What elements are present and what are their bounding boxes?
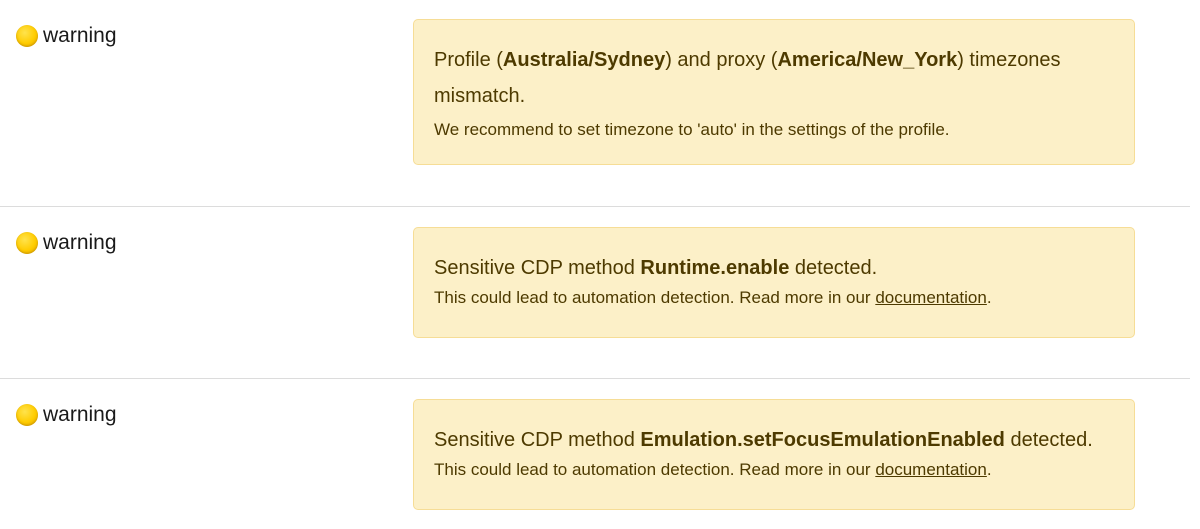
cdp-runtime-enable-alert: Sensitive CDP method Runtime.enable dete… — [413, 227, 1135, 338]
hint-text: This could lead to automation detection.… — [434, 460, 876, 479]
timezone-mismatch-alert: Profile (Australia/Sydney) and proxy (Am… — [413, 19, 1135, 165]
alert-title: Sensitive CDP method Emulation.setFocusE… — [434, 422, 1114, 458]
documentation-link[interactable]: documentation — [875, 460, 987, 479]
status-label: warning — [43, 231, 117, 254]
title-text: Sensitive CDP method — [434, 429, 641, 451]
profile-timezone: Australia/Sydney — [502, 49, 666, 71]
cdp-method-name: Emulation.setFocusEmulationEnabled — [640, 429, 1005, 451]
alert-title: Profile (Australia/Sydney) and proxy (Am… — [434, 42, 1114, 114]
yellow-circle-icon — [16, 404, 38, 426]
alert-hint: This could lead to automation detection.… — [434, 286, 1114, 310]
title-text: detected. — [789, 257, 878, 279]
alert-hint: We recommend to set timezone to 'auto' i… — [434, 120, 950, 139]
status-warning: warning — [16, 231, 117, 255]
row-divider — [0, 206, 1190, 207]
cdp-focus-emulation-alert: Sensitive CDP method Emulation.setFocusE… — [413, 399, 1135, 510]
cdp-method-name: Runtime.enable — [640, 257, 790, 279]
title-text: Sensitive CDP method — [434, 257, 641, 279]
title-text: ) and proxy ( — [665, 49, 778, 71]
row-divider — [0, 378, 1190, 379]
hint-text: . — [986, 288, 992, 307]
yellow-circle-icon — [16, 25, 38, 47]
title-text: Profile ( — [434, 49, 503, 71]
alert-title: Sensitive CDP method Runtime.enable dete… — [434, 250, 1114, 286]
proxy-timezone: America/New_York — [777, 49, 958, 71]
status-warning: warning — [16, 24, 117, 48]
status-label: warning — [43, 24, 117, 47]
status-label: warning — [43, 403, 117, 426]
status-warning: warning — [16, 403, 117, 427]
yellow-circle-icon — [16, 232, 38, 254]
hint-text: . — [986, 460, 992, 479]
documentation-link[interactable]: documentation — [875, 288, 987, 307]
alert-hint: This could lead to automation detection.… — [434, 458, 1114, 482]
title-text: detected. — [1004, 429, 1093, 451]
hint-text: This could lead to automation detection.… — [434, 288, 876, 307]
